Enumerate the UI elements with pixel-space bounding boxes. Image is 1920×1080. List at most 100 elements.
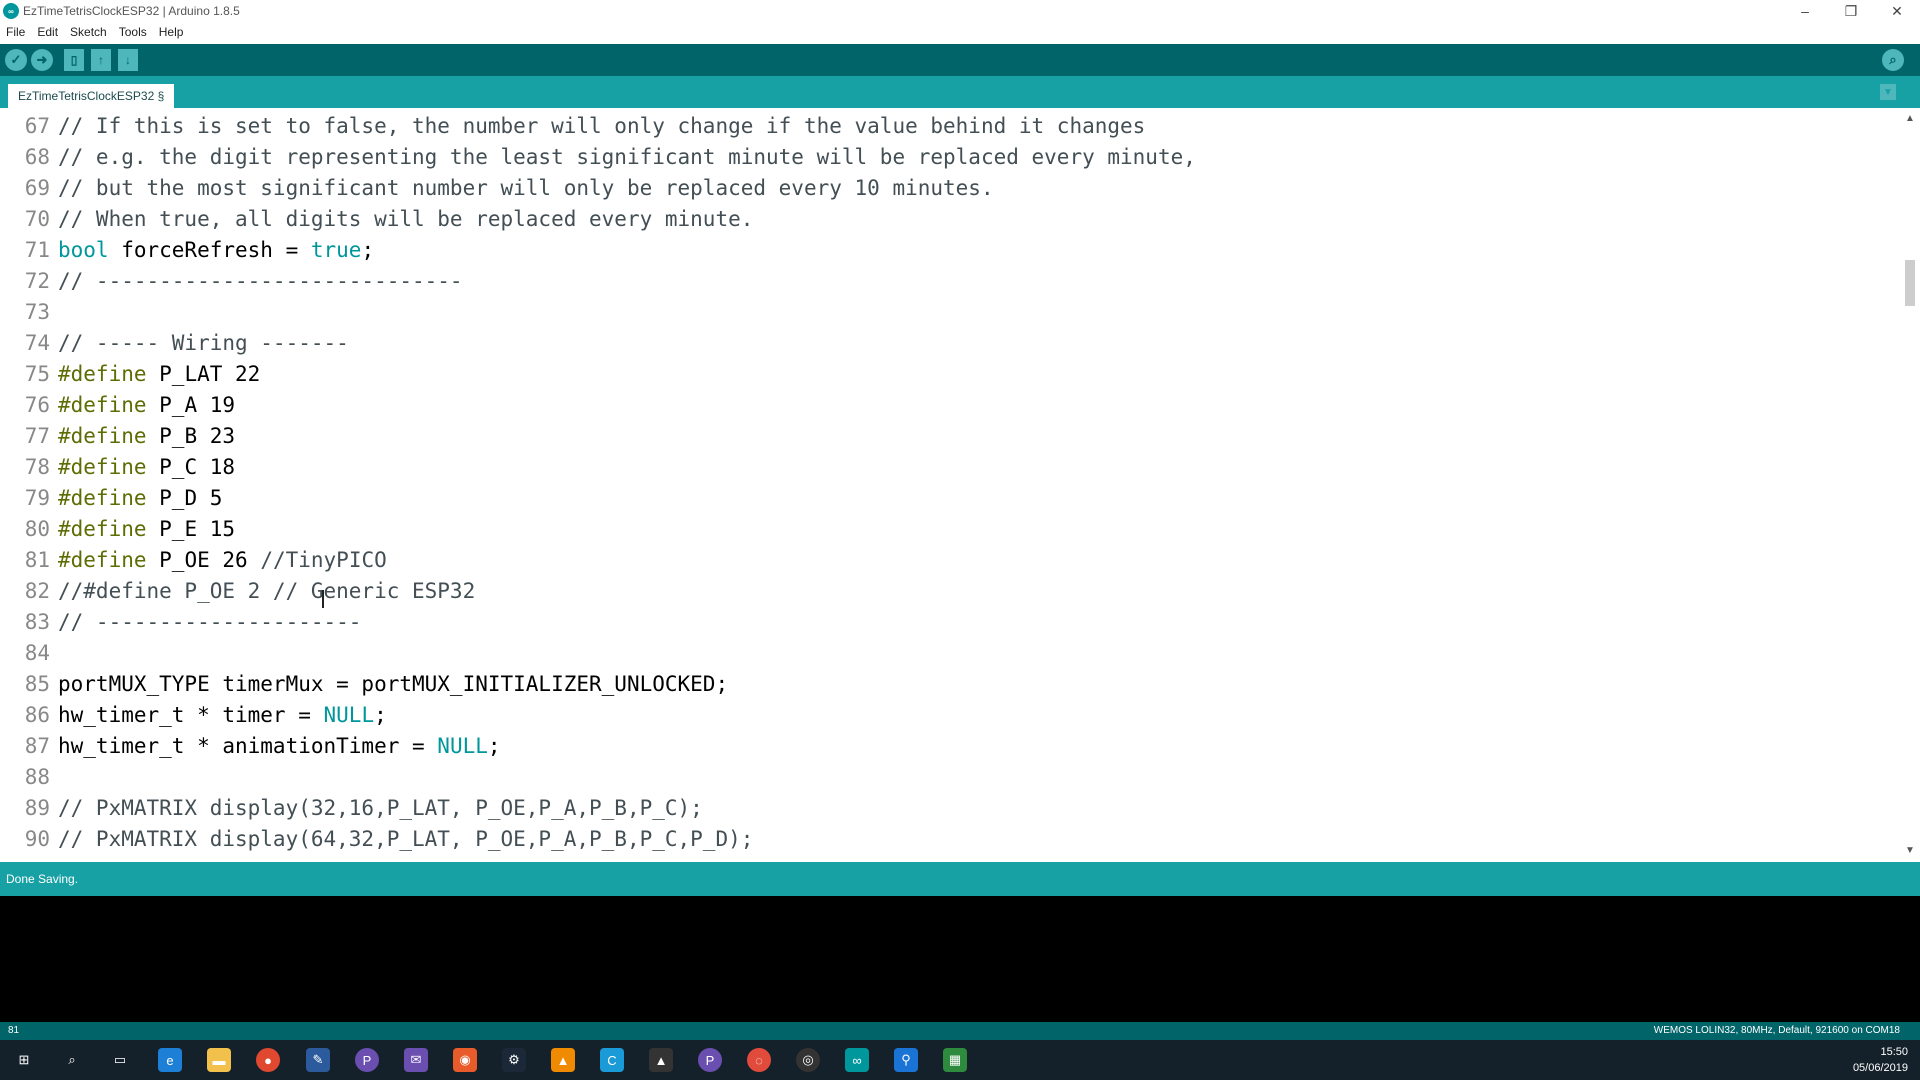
upload-icon[interactable]: ➜: [31, 49, 53, 71]
serial-monitor-icon[interactable]: ⌕: [1882, 49, 1904, 71]
scroll-up-icon[interactable]: ▲: [1900, 110, 1920, 126]
code-line[interactable]: 70 // When true, all digits will be repla…: [0, 204, 1880, 235]
code-line[interactable]: 88: [0, 762, 1880, 793]
code-text: #define P_OE 26 //TinyPICO: [50, 545, 387, 576]
code-line[interactable]: 90 // PxMATRIX display(64,32,P_LAT, P_OE,…: [0, 824, 1880, 855]
code-line[interactable]: 87 hw_timer_t * animationTimer = NULL;: [0, 731, 1880, 762]
maps-icon[interactable]: ◉: [453, 1048, 477, 1072]
taskbar: ⊞ ⌕ ▭ e ▬ ● ✎ P ✉ ◉ ⚙ ▲ C ▲ P ◌ ◎ ∞ ⚲ ▦ …: [0, 1040, 1920, 1080]
line-number-gutter: 86: [24, 703, 50, 727]
app-icon[interactable]: ◌: [747, 1048, 771, 1072]
code-token: #define: [58, 548, 147, 572]
arduino-logo-icon: ∞: [3, 3, 19, 19]
code-line[interactable]: 72 // -----------------------------: [0, 266, 1880, 297]
menu-tools[interactable]: Tools: [113, 25, 153, 39]
code-token: portMUX_TYPE timerMux = portMUX_INITIALI…: [58, 672, 729, 696]
code-token: P_D 5: [146, 486, 223, 510]
mail-icon[interactable]: ✉: [404, 1048, 428, 1072]
code-line[interactable]: 75 #define P_LAT 22: [0, 359, 1880, 390]
app-icon[interactable]: P: [698, 1048, 722, 1072]
close-icon[interactable]: ✕: [1874, 0, 1920, 22]
code-line[interactable]: 81 #define P_OE 26 //TinyPICO: [0, 545, 1880, 576]
toolbar: ✓ ➜ ▯ ↑ ↓ ⌕: [0, 44, 1920, 76]
code-token: P_OE 26: [146, 548, 261, 572]
tab-bar: EzTimeTetrisClockESP32 § ▼: [0, 76, 1920, 108]
save-icon[interactable]: ↓: [118, 49, 138, 71]
app-icon[interactable]: C: [600, 1048, 624, 1072]
edge-icon[interactable]: e: [158, 1048, 182, 1072]
windows-start-icon[interactable]: ⊞: [12, 1048, 36, 1072]
open-icon[interactable]: ↑: [91, 49, 111, 71]
code-line[interactable]: 69 // but the most significant number wil…: [0, 173, 1880, 204]
verify-icon[interactable]: ✓: [5, 49, 27, 71]
code-line[interactable]: 82 //#define P_OE 2 // Generic ESP32: [0, 576, 1880, 607]
code-text: // If this is set to false, the number w…: [50, 111, 1145, 142]
line-number-gutter: 77: [24, 424, 50, 448]
code-line[interactable]: 80 #define P_E 15: [0, 514, 1880, 545]
line-number-gutter: 89: [24, 796, 50, 820]
code-line[interactable]: 77 #define P_B 23: [0, 421, 1880, 452]
code-text: hw_timer_t * timer = NULL;: [50, 700, 387, 731]
code-text: // but the most significant number will …: [50, 173, 994, 204]
code-line[interactable]: 74 // ----- Wiring -------: [0, 328, 1880, 359]
code-line[interactable]: 86 hw_timer_t * timer = NULL;: [0, 700, 1880, 731]
code-line[interactable]: 78 #define P_C 18: [0, 452, 1880, 483]
line-number-gutter: 76: [24, 393, 50, 417]
code-line[interactable]: 71 bool forceRefresh = true;: [0, 235, 1880, 266]
vlc-icon[interactable]: ▲: [551, 1048, 575, 1072]
system-clock[interactable]: 15:50 05/06/2019: [1853, 1044, 1908, 1076]
code-token: NULL: [323, 703, 375, 727]
app-icon[interactable]: ✎: [306, 1048, 330, 1072]
code-token: P_B 23: [146, 424, 236, 448]
code-line[interactable]: 85 portMUX_TYPE timerMux = portMUX_INITIA…: [0, 669, 1880, 700]
code-token: //TinyPICO: [260, 548, 387, 572]
code-token: P_C 18: [146, 455, 236, 479]
task-view-icon[interactable]: ▭: [108, 1048, 132, 1072]
restore-icon[interactable]: ❐: [1828, 0, 1874, 22]
code-line[interactable]: 68 // e.g. the digit representing the lea…: [0, 142, 1880, 173]
arduino-icon[interactable]: ∞: [845, 1048, 869, 1072]
clock-time: 15:50: [1880, 1046, 1908, 1058]
code-token: // e.g. the digit representing the least…: [58, 145, 1196, 169]
menu-bar: File Edit Sketch Tools Help: [0, 22, 1920, 42]
code-token: // If this is set to false, the number w…: [58, 114, 1146, 138]
code-line[interactable]: 67 // If this is set to false, the number…: [0, 111, 1880, 142]
code-line[interactable]: 89 // PxMATRIX display(32,16,P_LAT, P_OE,…: [0, 793, 1880, 824]
steam-icon[interactable]: ⚙: [502, 1048, 526, 1072]
file-explorer-icon[interactable]: ▬: [207, 1048, 231, 1072]
code-token: hw_timer_t * animationTimer =: [58, 734, 438, 758]
code-token: ;: [361, 238, 375, 262]
tab-sketch[interactable]: EzTimeTetrisClockESP32 §: [8, 84, 175, 108]
line-number-gutter: 69: [24, 176, 50, 200]
app-icon[interactable]: P: [355, 1048, 379, 1072]
code-line[interactable]: 83 // ---------------------: [0, 607, 1880, 638]
chrome-icon[interactable]: ●: [256, 1048, 280, 1072]
code-line[interactable]: 84: [0, 638, 1880, 669]
menu-sketch[interactable]: Sketch: [64, 25, 113, 39]
menu-help[interactable]: Help: [153, 25, 190, 39]
code-text: #define P_C 18: [50, 452, 235, 483]
new-icon[interactable]: ▯: [64, 49, 84, 71]
spreadsheet-icon[interactable]: ▦: [943, 1048, 967, 1072]
minimize-icon[interactable]: –: [1782, 0, 1828, 22]
editor-scrollbar[interactable]: ▲ ▼: [1900, 108, 1920, 860]
photos-icon[interactable]: ▲: [649, 1048, 673, 1072]
line-number-gutter: 85: [24, 672, 50, 696]
code-line[interactable]: 73: [0, 297, 1880, 328]
location-icon[interactable]: ⚲: [894, 1048, 918, 1072]
scroll-down-icon[interactable]: ▼: [1900, 842, 1920, 858]
line-number-gutter: 68: [24, 145, 50, 169]
obs-icon[interactable]: ◎: [796, 1048, 820, 1072]
code-text: hw_timer_t * animationTimer = NULL;: [50, 731, 501, 762]
code-editor[interactable]: 67 // If this is set to false, the number…: [0, 108, 1920, 860]
menu-file[interactable]: File: [0, 25, 31, 39]
menu-edit[interactable]: Edit: [31, 25, 64, 39]
scrollbar-thumb[interactable]: [1905, 260, 1915, 306]
code-line[interactable]: 76 #define P_A 19: [0, 390, 1880, 421]
tab-menu-chevron-down-icon[interactable]: ▼: [1880, 84, 1896, 100]
status-bar: Done Saving.: [0, 862, 1920, 896]
console-output[interactable]: [0, 896, 1920, 1022]
search-icon[interactable]: ⌕: [60, 1048, 84, 1072]
line-number-gutter: 78: [24, 455, 50, 479]
code-line[interactable]: 79 #define P_D 5: [0, 483, 1880, 514]
